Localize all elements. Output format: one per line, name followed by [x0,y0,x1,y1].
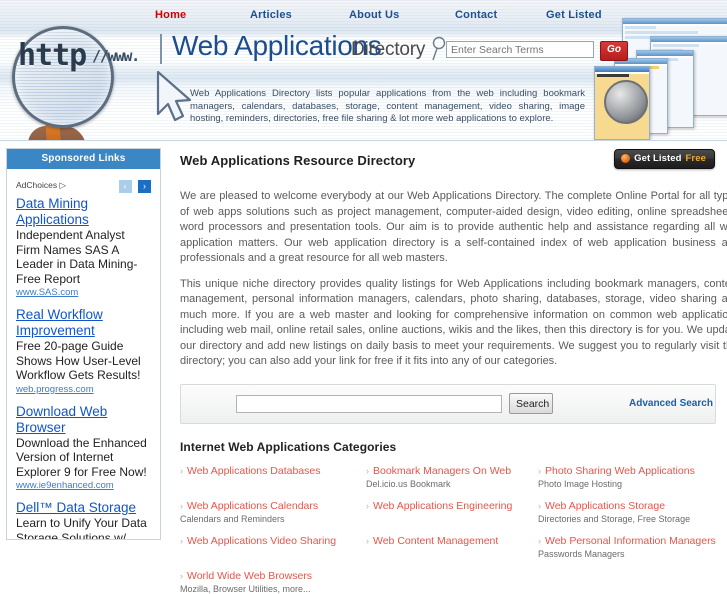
category-link[interactable]: Web Applications Databases [187,465,320,477]
list-item: Data Mining Applications Independent Ana… [16,196,151,298]
get-listed-free-label: Free [685,153,706,164]
nav-item-home[interactable]: Home [155,9,186,21]
logo-www-text: //www. [92,47,140,65]
adchoices-label[interactable]: AdChoices ▷ [16,180,66,191]
nav-item-articles[interactable]: Articles [250,9,292,21]
sponsored-links-sidebar: Sponsored Links AdChoices ▷ ‹ › Data Min… [6,148,161,540]
chevron-right-icon: › [180,570,183,581]
category-subtext: Directories and Storage, Free Storage [538,513,691,524]
ad-url-link[interactable]: www.SAS.com [16,287,151,298]
logo-http-text: http [18,38,87,73]
list-item: Real Workflow Improvement Free 20-page G… [16,307,151,395]
ad-area: AdChoices ▷ ‹ › Data Mining Applications… [7,169,160,540]
ad-description: Independent Analyst Firm Names SAS A Lea… [16,228,138,286]
category-cell-empty [366,570,538,594]
chevron-right-icon: › [180,500,183,511]
category-cell: › Photo Sharing Web Applications Photo Im… [538,465,727,489]
adchoices-row: AdChoices ▷ ‹ › [16,176,151,194]
main-header-row: Web Applications Resource Directory Get … [180,149,727,179]
category-cell: › Web Applications Video Sharing [180,535,366,559]
list-item: Download Web Browser Download the Enhanc… [16,404,151,492]
ad-prev-button[interactable]: ‹ [118,180,132,193]
category-link[interactable]: Web Applications Storage [545,500,665,512]
ad-pager: ‹ › [117,176,151,194]
site-tagline: Web Applications Directory lists popular… [190,88,585,124]
category-cell: › Web Applications Storage Directories an… [538,500,727,524]
chevron-right-icon: › [366,465,369,476]
ad-description: Download the Enhanced Version of Interne… [16,435,147,479]
category-cell: › World Wide Web Browsers Mozilla, Browse… [180,570,366,594]
category-subtext: Calendars and Reminders [180,513,285,524]
intro-paragraph-2: This unique niche directory provides qua… [180,277,727,368]
category-link[interactable]: Web Applications Calendars [187,500,318,512]
brand-subtitle: Directory [351,39,426,60]
category-subtext: Passwords Managers [538,548,625,559]
sidebar-title: Sponsored Links [7,149,160,169]
category-cell: › Bookmark Managers On Web Del.icio.us Bo… [366,465,538,489]
intro-paragraph-1: We are pleased to welcome everybody at o… [180,190,727,264]
header-go-button[interactable]: Go [600,41,628,61]
globe-icon [604,80,648,124]
nav-item-about-us[interactable]: About Us [349,9,399,21]
category-subtext: Photo Image Hosting [538,478,623,489]
categories-grid: › Web Applications Databases › Bookmark Ma… [180,465,727,594]
ad-title-link[interactable]: Dell™ Data Storage [16,500,151,516]
category-cell: › Web Content Management [366,535,538,559]
adchoices-text: AdChoices [16,179,58,190]
logo-divider [160,34,162,64]
ad-title-link[interactable]: Download Web Browser [16,404,151,436]
chevron-right-icon: › [538,500,541,511]
search-button[interactable]: Search [509,393,553,414]
bullet-dot-icon [621,154,631,163]
category-link[interactable]: World Wide Web Browsers [187,570,312,582]
get-listed-free-button[interactable]: Get Listed Free [614,149,715,169]
adchoices-triangle-icon: ▷ [59,179,67,190]
ad-url-link[interactable]: www.ie9enhanced.com [16,480,151,491]
ad-title-link[interactable]: Real Workflow Improvement [16,307,151,339]
main-navigation: Home Articles About Us Contact Get Liste… [0,0,727,29]
category-subtext: Del.icio.us Bookmark [366,478,451,489]
page-content: Sponsored Links AdChoices ▷ ‹ › Data Min… [0,141,727,594]
chevron-right-icon: › [366,500,369,511]
main-column: Web Applications Resource Directory Get … [168,141,727,594]
search-panel: Search Advanced Search [180,383,716,424]
category-link[interactable]: Web Applications Engineering [373,500,512,512]
list-item: Dell™ Data Storage Learn to Unify Your D… [16,500,151,540]
ad-description: Learn to Unify Your Data Storage Solutio… [16,516,147,540]
nav-item-get-listed[interactable]: Get Listed [546,9,602,21]
ad-description: Free 20-page Guide Shows How User-Level … [16,339,141,382]
category-cell: › Web Applications Databases [180,465,366,489]
category-cell: › Web Personal Information Managers Passw… [538,535,727,559]
category-link[interactable]: Bookmark Managers On Web [373,465,511,477]
category-subtext: Mozilla, Browser Utilities, more... [180,583,311,594]
ad-next-button[interactable]: › [138,180,151,193]
category-cell: › Web Applications Engineering [366,500,538,524]
search-input[interactable] [236,394,502,413]
site-header: Home Articles About Us Contact Get Liste… [0,0,727,141]
category-cell-empty [538,570,727,594]
category-cell: › Web Applications Calendars Calendars an… [180,500,366,524]
chevron-right-icon: › [180,465,183,476]
categories-title: Internet Web Applications Categories [180,439,397,454]
advanced-search-link[interactable]: Advanced Search [629,398,713,409]
category-link[interactable]: Photo Sharing Web Applications [545,465,695,477]
ad-title-link[interactable]: Data Mining Applications [16,196,151,228]
get-listed-label: Get Listed [634,153,682,164]
browser-collage-image [592,18,727,140]
header-search-input[interactable] [446,41,594,58]
ad-url-link[interactable]: web.progress.com [16,384,151,395]
chevron-right-icon: › [538,465,541,476]
nav-item-contact[interactable]: Contact [455,9,497,21]
